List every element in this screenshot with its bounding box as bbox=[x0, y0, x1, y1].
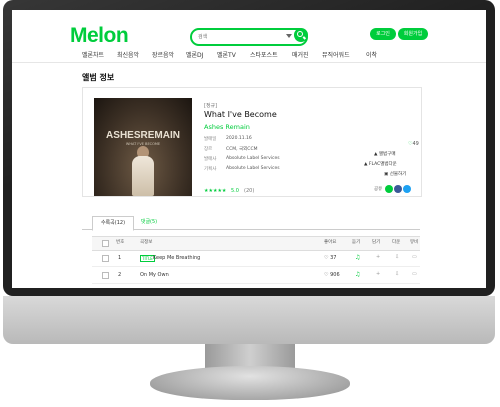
search-icon[interactable] bbox=[294, 28, 308, 42]
col-likes: 좋아요 bbox=[324, 240, 337, 245]
info-value-genre: CCM, 국외CCM bbox=[226, 147, 258, 152]
buy-album-label: 앨범구매 bbox=[378, 152, 396, 157]
melon-logo[interactable]: Melon bbox=[70, 24, 129, 48]
nav-item-new[interactable]: 최신음악 bbox=[117, 50, 139, 59]
search-box[interactable] bbox=[190, 28, 308, 46]
nav-item-award[interactable]: 뮤직어워드 bbox=[322, 50, 350, 59]
info-label-agency: 기획사 bbox=[204, 167, 217, 172]
nav-item-magazine[interactable]: 매거진 bbox=[292, 50, 309, 59]
album-name: What I've Become bbox=[204, 110, 277, 119]
search-input[interactable] bbox=[198, 30, 282, 44]
flac-download-label: FLAC앨범다운 bbox=[368, 162, 397, 167]
cover-figure bbox=[132, 156, 154, 196]
add-icon[interactable]: + bbox=[376, 271, 380, 277]
col-mv: 뮤비 bbox=[410, 240, 419, 245]
download-icon[interactable]: ⇩ bbox=[395, 271, 399, 277]
heart-icon: ♡ bbox=[324, 255, 329, 261]
cover-title: ASHESREMAIN bbox=[106, 130, 180, 141]
artist-link[interactable]: Ashes Remain bbox=[204, 123, 250, 131]
mv-icon[interactable]: ▭ bbox=[412, 271, 417, 277]
row-checkbox[interactable] bbox=[102, 255, 109, 262]
select-all-checkbox[interactable] bbox=[102, 240, 109, 247]
cover-subtitle: WHAT I'VE BECOME bbox=[125, 142, 161, 146]
track-title[interactable]: On My Own bbox=[140, 272, 169, 278]
like-button[interactable]: ♡49 bbox=[408, 141, 419, 147]
nav-item-starpost[interactable]: 스타포스트 bbox=[250, 50, 278, 59]
col-title: 곡정보 bbox=[140, 240, 153, 245]
twitter-icon[interactable] bbox=[403, 185, 411, 193]
login-button[interactable]: 로그인 bbox=[370, 28, 396, 40]
track-like-count: 37 bbox=[330, 255, 337, 261]
col-no: 번호 bbox=[116, 240, 125, 245]
album-type-badge: [정규] bbox=[204, 103, 218, 109]
album-cover[interactable]: ASHESREMAIN WHAT I'VE BECOME bbox=[94, 98, 192, 196]
like-count: 49 bbox=[412, 141, 419, 147]
buy-album-button[interactable]: ▲ 앨범구매 bbox=[374, 151, 395, 157]
gift-button[interactable]: ▣ 선물하기 bbox=[384, 171, 406, 177]
facebook-icon[interactable] bbox=[394, 185, 402, 193]
tab-comments[interactable]: 댓글(5) bbox=[132, 216, 166, 229]
download-icon: ▲ bbox=[364, 162, 368, 167]
tab-tracks[interactable]: 수록곡(12) bbox=[92, 216, 134, 231]
share-label: 공유 bbox=[374, 187, 383, 192]
download-icon[interactable]: ⇩ bbox=[395, 254, 399, 260]
nav-item-tv[interactable]: 멜론TV bbox=[217, 50, 236, 59]
page-title: 앨범 정보 bbox=[82, 73, 115, 82]
col-add: 담기 bbox=[372, 240, 381, 245]
nav-item-etc[interactable]: 이착 bbox=[366, 50, 377, 59]
gift-icon: ▣ bbox=[384, 172, 389, 177]
nav-item-chart[interactable]: 멜론차트 bbox=[82, 50, 104, 59]
info-value-release: 2020.11.16 bbox=[226, 136, 252, 141]
info-value-publisher: Absolute Label Services bbox=[226, 156, 280, 161]
nav-item-dj[interactable]: 멜론DJ bbox=[186, 50, 203, 59]
download-icon: ▲ bbox=[374, 152, 378, 157]
track-number: 2 bbox=[118, 272, 122, 278]
track-number: 1 bbox=[118, 255, 122, 261]
nav-item-genre[interactable]: 장르음악 bbox=[152, 50, 174, 59]
play-icon[interactable]: ♫ bbox=[355, 254, 360, 261]
col-download: 다운 bbox=[392, 240, 401, 245]
info-label-genre: 장르 bbox=[204, 147, 213, 152]
track-like-count: 906 bbox=[330, 272, 340, 278]
flac-download-button[interactable]: ▲ FLAC앨범다운 bbox=[364, 161, 397, 167]
mv-icon[interactable]: ▭ bbox=[412, 254, 417, 260]
col-listen: 듣기 bbox=[352, 240, 361, 245]
monitor-stand-base bbox=[150, 366, 350, 400]
chevron-down-icon[interactable] bbox=[286, 34, 292, 38]
heart-icon: ♡ bbox=[324, 272, 329, 278]
rating-stars[interactable]: ★★★★★ bbox=[204, 188, 226, 194]
monitor-screen: Melon 로그인 회원가입 멜론차트 최신음악 장르음악 멜론DJ 멜론TV … bbox=[12, 10, 486, 288]
join-button[interactable]: 회원가입 bbox=[398, 28, 428, 40]
track-title[interactable]: Keep Me Breathing bbox=[153, 255, 200, 261]
monitor-chin bbox=[3, 296, 495, 344]
play-icon[interactable]: ♫ bbox=[355, 271, 360, 278]
rating-score: 5.0 bbox=[231, 188, 239, 194]
track-like-button[interactable]: ♡ 37 bbox=[324, 255, 336, 261]
track-like-button[interactable]: ♡ 906 bbox=[324, 272, 340, 278]
info-value-agency: Absolute Label Services bbox=[226, 166, 280, 171]
row-checkbox[interactable] bbox=[102, 272, 109, 279]
gift-label: 선물하기 bbox=[389, 172, 407, 177]
add-icon[interactable]: + bbox=[376, 254, 380, 260]
share-melon-icon[interactable] bbox=[385, 185, 393, 193]
main-nav: 멜론차트 최신음악 장르음악 멜론DJ 멜론TV 스타포스트 매거진 뮤직어워드… bbox=[12, 46, 486, 63]
info-label-publisher: 발매사 bbox=[204, 157, 217, 162]
info-label-release: 발매일 bbox=[204, 137, 217, 142]
rating-count: (20) bbox=[244, 188, 255, 194]
